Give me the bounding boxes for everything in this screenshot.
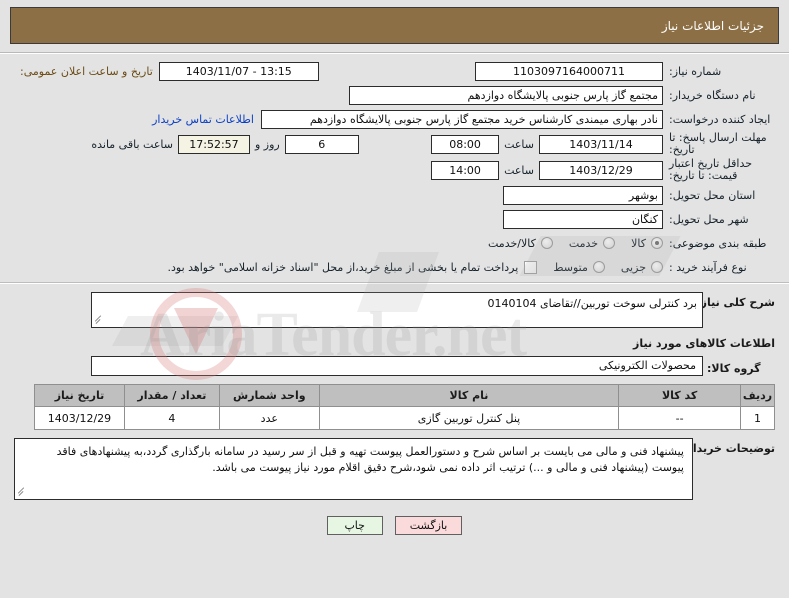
response-deadline-label: مهلت ارسال پاسخ: تا تاریخ:: [669, 131, 767, 156]
purchase-process-radio-group: جزیی متوسط: [537, 261, 663, 274]
request-creator-label: ایجاد کننده درخواست:: [669, 112, 771, 126]
row-request-creator: ایجاد کننده درخواست: نادر بهاری میمندی ک…: [14, 108, 775, 130]
resize-grip-icon[interactable]: [17, 487, 26, 498]
remaining-time-suffix: ساعت باقی مانده: [91, 137, 173, 151]
buyer-notes-value: پیشنهاد فنی و مالی می بایست بر اساس شرح …: [56, 445, 684, 474]
row-delivery-city: شهر محل تحویل: کنگان: [14, 208, 775, 230]
column-header-unit: واحد شمارش: [218, 384, 320, 407]
row-goods-group: گروه کالا: محصولات الکترونیکی: [14, 356, 775, 384]
radio-label-khedmat: خدمت: [568, 236, 599, 250]
price-validity-hour-label: ساعت: [504, 163, 534, 177]
table-header-row: ردیف کد کالا نام کالا واحد شمارش تعداد /…: [34, 384, 775, 407]
row-price-validity: حداقل تاریخ اعتبار قیمت: تا تاریخ: 1403/…: [14, 158, 775, 182]
need-number-value: 1103097164000711: [475, 61, 663, 81]
radio-icon-kala[interactable]: [651, 237, 663, 249]
row-subject-category: طبقه بندی موضوعی: کالا خدمت کالا/خدمت: [14, 232, 775, 254]
treasury-checkbox-label: پرداخت تمام یا بخشی از مبلغ خرید،از محل …: [167, 260, 519, 274]
general-description-label: شرح کلی نیاز:: [696, 296, 775, 309]
row-delivery-province: استان محل تحویل: بوشهر: [14, 184, 775, 206]
column-header-date: تاریخ نیاز: [34, 384, 125, 407]
general-description-textarea[interactable]: برد کنترلی سوخت توربین//تقاضای 0140104: [91, 292, 703, 328]
cell-date: 1403/12/29: [34, 406, 125, 430]
back-button[interactable]: بازگشت: [394, 516, 463, 535]
response-deadline-hour: 08:00: [431, 134, 500, 154]
publish-datetime-value: 1403/11/07 - 13:15: [158, 61, 319, 81]
remaining-days-value: 6: [284, 134, 359, 154]
goods-table-head: ردیف کد کالا نام کالا واحد شمارش تعداد /…: [34, 384, 775, 407]
price-validity-date: 1403/12/29: [539, 160, 663, 180]
general-description-value: برد کنترلی سوخت توربین//تقاضای 0140104: [487, 297, 697, 310]
cell-unit: عدد: [218, 406, 320, 430]
subject-category-label: طبقه بندی موضوعی:: [669, 236, 767, 250]
request-creator-value: نادر بهاری میمندی کارشناس خرید مجتمع گاز…: [261, 109, 663, 129]
goods-group-label: گروه کالا:: [707, 361, 761, 375]
response-deadline-date: 1403/11/14: [539, 134, 663, 154]
goods-section-title: اطلاعات کالاهای مورد نیاز: [633, 337, 775, 350]
row-buyer-notes: توضیحات خریدار: پیشنهاد فنی و مالی می با…: [14, 438, 775, 500]
column-header-quantity: تعداد / مقدار: [123, 384, 220, 407]
column-header-code: کد کالا: [618, 384, 742, 407]
row-response-deadline: مهلت ارسال پاسخ: تا تاریخ: 1403/11/14 سا…: [14, 132, 775, 156]
price-validity-hour: 14:00: [431, 160, 500, 180]
treasury-checkbox-group[interactable]: پرداخت تمام یا بخشی از مبلغ خرید،از محل …: [167, 260, 538, 274]
goods-table: ردیف کد کالا نام کالا واحد شمارش تعداد /…: [34, 384, 775, 430]
radio-option-jozii[interactable]: جزیی: [621, 261, 663, 274]
radio-option-khedmat[interactable]: خدمت: [568, 236, 616, 250]
radio-icon-jozii[interactable]: [651, 261, 663, 273]
radio-icon-motevaset[interactable]: [592, 261, 605, 273]
goods-table-container: ردیف کد کالا نام کالا واحد شمارش تعداد /…: [0, 384, 789, 430]
remaining-time-countdown: 17:52:57: [177, 134, 250, 154]
buyer-contact-link[interactable]: اطلاعات تماس خریدار: [145, 113, 261, 126]
delivery-province-label: استان محل تحویل:: [669, 188, 756, 202]
column-header-radif: ردیف: [740, 384, 775, 407]
cell-name: پنل کنترل توربین گازی: [318, 406, 620, 430]
radio-icon-khedmat[interactable]: [603, 237, 616, 249]
buyer-org-value: مجتمع گاز پارس جنوبی پالایشگاه دوازدهم: [349, 85, 663, 105]
price-validity-label: حداقل تاریخ اعتبار قیمت: تا تاریخ:: [669, 157, 753, 182]
need-summary-form: شماره نیاز: 1103097164000711 1403/11/07 …: [0, 54, 789, 278]
treasury-checkbox-icon[interactable]: [524, 260, 538, 274]
row-buyer-org: نام دستگاه خریدار: مجتمع گاز پارس جنوبی …: [14, 84, 775, 106]
description-section: شرح کلی نیاز: برد کنترلی سوخت توربین//تق…: [0, 284, 789, 384]
row-purchase-process: نوع فرآیند خرید : جزیی متوسط پرداخت تمام…: [14, 256, 775, 278]
radio-label-kala: کالا: [631, 236, 646, 250]
row-need-number: شماره نیاز: 1103097164000711 1403/11/07 …: [14, 60, 775, 82]
radio-label-jozii: جزیی: [620, 260, 646, 274]
delivery-city-label: شهر محل تحویل:: [669, 212, 749, 226]
page-root: جزئیات اطلاعات نیاز شماره نیاز: 11030971…: [0, 0, 789, 598]
goods-group-value: محصولات الکترونیکی: [91, 356, 703, 376]
cell-radif: 1: [740, 406, 775, 430]
delivery-city-value: کنگان: [503, 209, 663, 229]
buyer-notes-label: توضیحات خریدار:: [682, 442, 775, 455]
footer-actions: بازگشت چاپ: [0, 500, 789, 535]
row-general-description: شرح کلی نیاز: برد کنترلی سوخت توربین//تق…: [14, 292, 775, 328]
publish-datetime-label: تاریخ و ساعت اعلان عمومی:: [20, 64, 153, 78]
need-number-label: شماره نیاز:: [669, 64, 722, 78]
radio-label-kala-khedmat: کالا/خدمت: [488, 236, 536, 250]
radio-option-kala[interactable]: کالا: [631, 237, 663, 250]
radio-option-motevaset[interactable]: متوسط: [553, 261, 605, 274]
page-title: جزئیات اطلاعات نیاز: [661, 18, 764, 33]
radio-icon-kala-khedmat[interactable]: [540, 237, 553, 249]
buyer-notes-textarea[interactable]: پیشنهاد فنی و مالی می بایست بر اساس شرح …: [14, 438, 693, 500]
titlebar-container: جزئیات اطلاعات نیاز: [0, 0, 789, 44]
response-deadline-hour-label: ساعت: [504, 137, 534, 151]
delivery-province-value: بوشهر: [503, 185, 663, 205]
table-row: 1 -- پنل کنترل توربین گازی عدد 4 1403/12…: [34, 406, 775, 430]
print-button[interactable]: چاپ: [326, 516, 383, 535]
cell-quantity: 4: [123, 406, 220, 430]
subject-category-radio-group: کالا خدمت کالا/خدمت: [472, 237, 663, 250]
buyer-org-label: نام دستگاه خریدار:: [669, 88, 756, 102]
radio-label-motevaset: متوسط: [553, 260, 588, 274]
radio-option-kala-khedmat[interactable]: کالا/خدمت: [488, 237, 553, 250]
column-header-name: نام کالا: [318, 384, 620, 407]
cell-code: --: [618, 406, 742, 430]
remaining-days-label: روز و: [254, 137, 280, 151]
buyer-notes-section: توضیحات خریدار: پیشنهاد فنی و مالی می با…: [0, 430, 789, 500]
page-title-bar: جزئیات اطلاعات نیاز: [10, 7, 779, 44]
purchase-process-label: نوع فرآیند خرید :: [669, 260, 747, 274]
resize-grip-icon[interactable]: [94, 315, 103, 326]
goods-table-body: 1 -- پنل کنترل توربین گازی عدد 4 1403/12…: [34, 406, 775, 430]
